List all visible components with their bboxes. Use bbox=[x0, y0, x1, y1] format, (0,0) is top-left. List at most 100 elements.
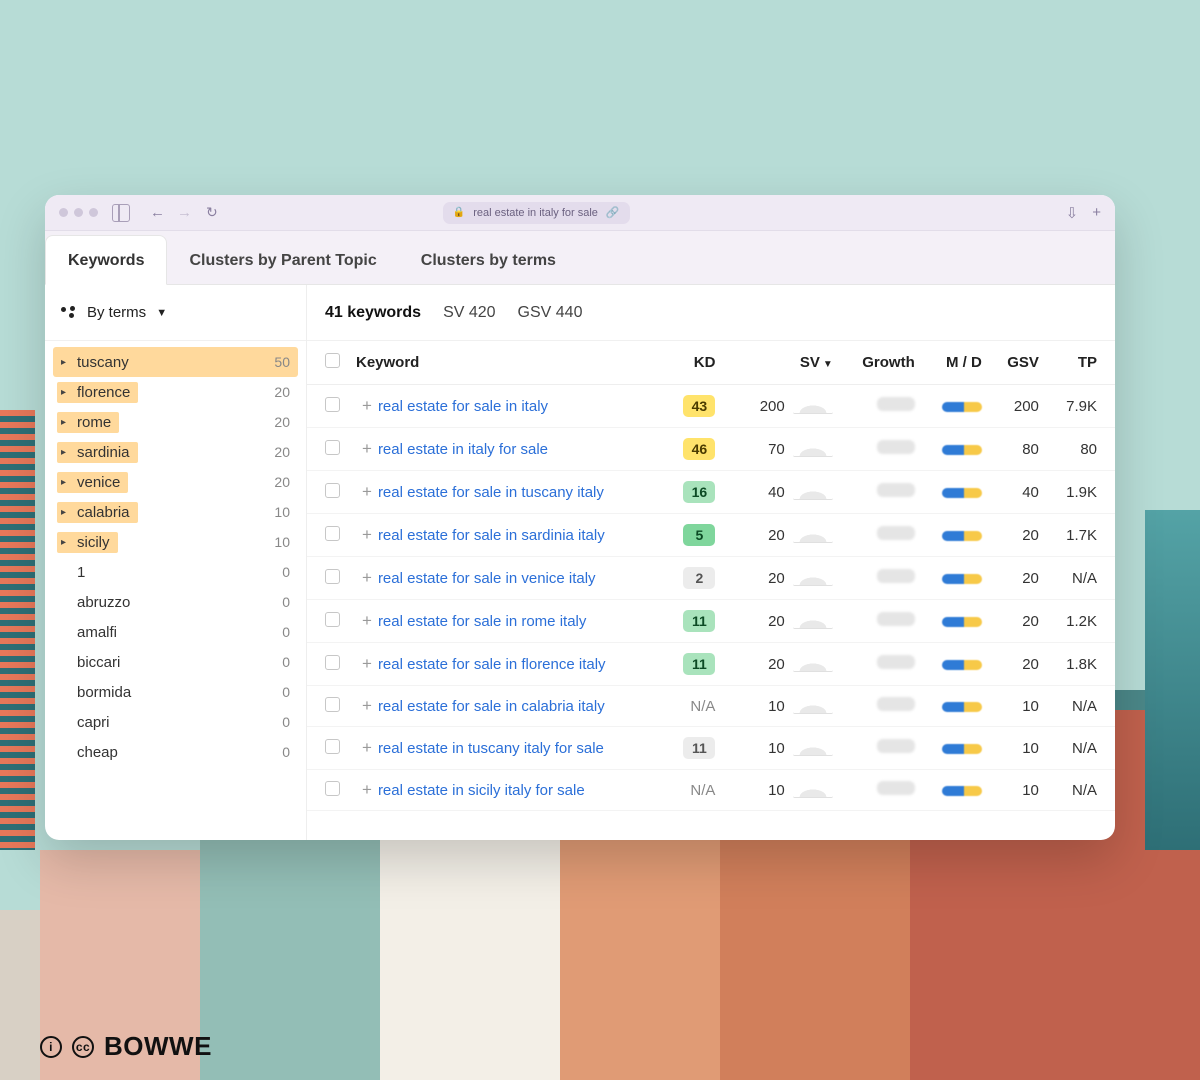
term-label: biccari bbox=[77, 654, 120, 671]
md-pill bbox=[942, 660, 982, 670]
sidebar-term[interactable]: ▸tuscany50 bbox=[53, 347, 298, 377]
sidebar-toggle-icon[interactable] bbox=[112, 204, 130, 222]
keyword-link[interactable]: real estate in tuscany italy for sale bbox=[378, 740, 604, 757]
back-button[interactable]: ← bbox=[150, 204, 165, 221]
add-keyword-button[interactable]: + bbox=[356, 525, 378, 544]
col-growth[interactable]: Growth bbox=[841, 341, 923, 385]
keyword-link[interactable]: real estate for sale in florence italy bbox=[378, 656, 606, 673]
kd-badge: 46 bbox=[683, 438, 715, 460]
term-label: abruzzo bbox=[77, 594, 130, 611]
tab-clusters-parent[interactable]: Clusters by Parent Topic bbox=[167, 236, 398, 284]
md-pill bbox=[942, 574, 982, 584]
tab-clusters-terms[interactable]: Clusters by terms bbox=[399, 236, 578, 284]
downloads-icon[interactable]: ⇩ bbox=[1066, 204, 1079, 222]
sv-sparkline bbox=[793, 613, 833, 629]
term-count: 20 bbox=[274, 474, 290, 490]
add-keyword-button[interactable]: + bbox=[356, 780, 378, 799]
sv-value: 20 bbox=[751, 613, 785, 630]
term-count: 0 bbox=[282, 684, 290, 700]
add-keyword-button[interactable]: + bbox=[356, 568, 378, 587]
md-pill bbox=[942, 531, 982, 541]
forward-button[interactable]: → bbox=[177, 204, 192, 221]
sidebar-term[interactable]: abruzzo0 bbox=[53, 587, 298, 617]
window-controls[interactable] bbox=[59, 208, 98, 217]
add-keyword-button[interactable]: + bbox=[356, 654, 378, 673]
md-pill bbox=[942, 488, 982, 498]
growth-blurred bbox=[877, 483, 915, 497]
url-bar[interactable]: 🔒 real estate in italy for sale 🔗 bbox=[443, 202, 630, 224]
filter-by-terms[interactable]: By terms ▼ bbox=[45, 285, 306, 341]
sidebar-term[interactable]: capri 0 bbox=[53, 707, 298, 737]
term-count: 0 bbox=[282, 654, 290, 670]
keyword-link[interactable]: real estate for sale in calabria italy bbox=[378, 698, 605, 715]
keyword-link[interactable]: real estate for sale in italy bbox=[378, 398, 548, 415]
add-keyword-button[interactable]: + bbox=[356, 439, 378, 458]
sidebar-term[interactable]: amalfi0 bbox=[53, 617, 298, 647]
row-checkbox[interactable] bbox=[325, 483, 340, 498]
keyword-link[interactable]: real estate for sale in sardinia italy bbox=[378, 527, 605, 544]
expand-icon: ▸ bbox=[61, 537, 71, 548]
reload-button[interactable]: ↻ bbox=[206, 204, 218, 221]
row-checkbox[interactable] bbox=[325, 397, 340, 412]
tp-value: N/A bbox=[1047, 557, 1115, 600]
keyword-link[interactable]: real estate for sale in rome italy bbox=[378, 613, 586, 630]
add-keyword-button[interactable]: + bbox=[356, 396, 378, 415]
row-checkbox[interactable] bbox=[325, 697, 340, 712]
sidebar-term[interactable]: cheap0 bbox=[53, 737, 298, 767]
col-sv[interactable]: SV▼ bbox=[723, 341, 840, 385]
keyword-link[interactable]: real estate in italy for sale bbox=[378, 441, 548, 458]
sidebar-term[interactable]: biccari 0 bbox=[53, 647, 298, 677]
row-checkbox[interactable] bbox=[325, 781, 340, 796]
md-pill bbox=[942, 702, 982, 712]
add-keyword-button[interactable]: + bbox=[356, 696, 378, 715]
row-checkbox[interactable] bbox=[325, 569, 340, 584]
sv-value: 20 bbox=[751, 527, 785, 544]
term-label: capri bbox=[77, 714, 110, 731]
col-md[interactable]: M / D bbox=[923, 341, 990, 385]
col-tp[interactable]: TP bbox=[1047, 341, 1115, 385]
sv-sparkline bbox=[793, 782, 833, 798]
filter-label: By terms bbox=[87, 304, 146, 321]
add-keyword-button[interactable]: + bbox=[356, 482, 378, 501]
add-keyword-button[interactable]: + bbox=[356, 738, 378, 757]
col-kd[interactable]: KD bbox=[666, 341, 723, 385]
sidebar-term[interactable]: ▸venice20 bbox=[53, 467, 298, 497]
chevron-down-icon: ▼ bbox=[156, 307, 167, 319]
term-count: 0 bbox=[282, 714, 290, 730]
sidebar-term[interactable]: 10 bbox=[53, 557, 298, 587]
sidebar-term[interactable]: bormida0 bbox=[53, 677, 298, 707]
stats-bar: 41 keywords SV 420 GSV 440 bbox=[307, 285, 1115, 341]
sidebar-term[interactable]: ▸rome20 bbox=[53, 407, 298, 437]
sidebar-term[interactable]: ▸florence20 bbox=[53, 377, 298, 407]
growth-blurred bbox=[877, 655, 915, 669]
add-keyword-button[interactable]: + bbox=[356, 611, 378, 630]
md-pill bbox=[942, 786, 982, 796]
term-count: 50 bbox=[274, 354, 290, 370]
keyword-link[interactable]: real estate for sale in tuscany italy bbox=[378, 484, 604, 501]
row-checkbox[interactable] bbox=[325, 612, 340, 627]
sv-sparkline bbox=[793, 398, 833, 414]
footer-brand: i cc BOWWE bbox=[40, 1031, 212, 1062]
table-row: +real estate in tuscany italy for sale11… bbox=[307, 727, 1115, 770]
row-checkbox[interactable] bbox=[325, 526, 340, 541]
keyword-link[interactable]: real estate in sicily italy for sale bbox=[378, 782, 585, 799]
sidebar-term[interactable]: ▸calabria10 bbox=[53, 497, 298, 527]
sidebar-term[interactable]: ▸sicily10 bbox=[53, 527, 298, 557]
col-gsv[interactable]: GSV bbox=[990, 341, 1047, 385]
expand-icon: ▸ bbox=[61, 507, 71, 518]
new-tab-button[interactable]: + bbox=[1092, 204, 1101, 222]
select-all-checkbox[interactable] bbox=[325, 353, 340, 368]
growth-blurred bbox=[877, 612, 915, 626]
row-checkbox[interactable] bbox=[325, 739, 340, 754]
keyword-link[interactable]: real estate for sale in venice italy bbox=[378, 570, 596, 587]
term-label: sicily bbox=[77, 534, 110, 551]
expand-icon: ▸ bbox=[61, 447, 71, 458]
col-keyword[interactable]: Keyword bbox=[348, 341, 666, 385]
row-checkbox[interactable] bbox=[325, 440, 340, 455]
term-label: sardinia bbox=[77, 444, 130, 461]
term-label: venice bbox=[77, 474, 120, 491]
sidebar-term[interactable]: ▸sardinia20 bbox=[53, 437, 298, 467]
tp-value: N/A bbox=[1047, 770, 1115, 811]
tab-keywords[interactable]: Keywords bbox=[45, 235, 167, 285]
row-checkbox[interactable] bbox=[325, 655, 340, 670]
